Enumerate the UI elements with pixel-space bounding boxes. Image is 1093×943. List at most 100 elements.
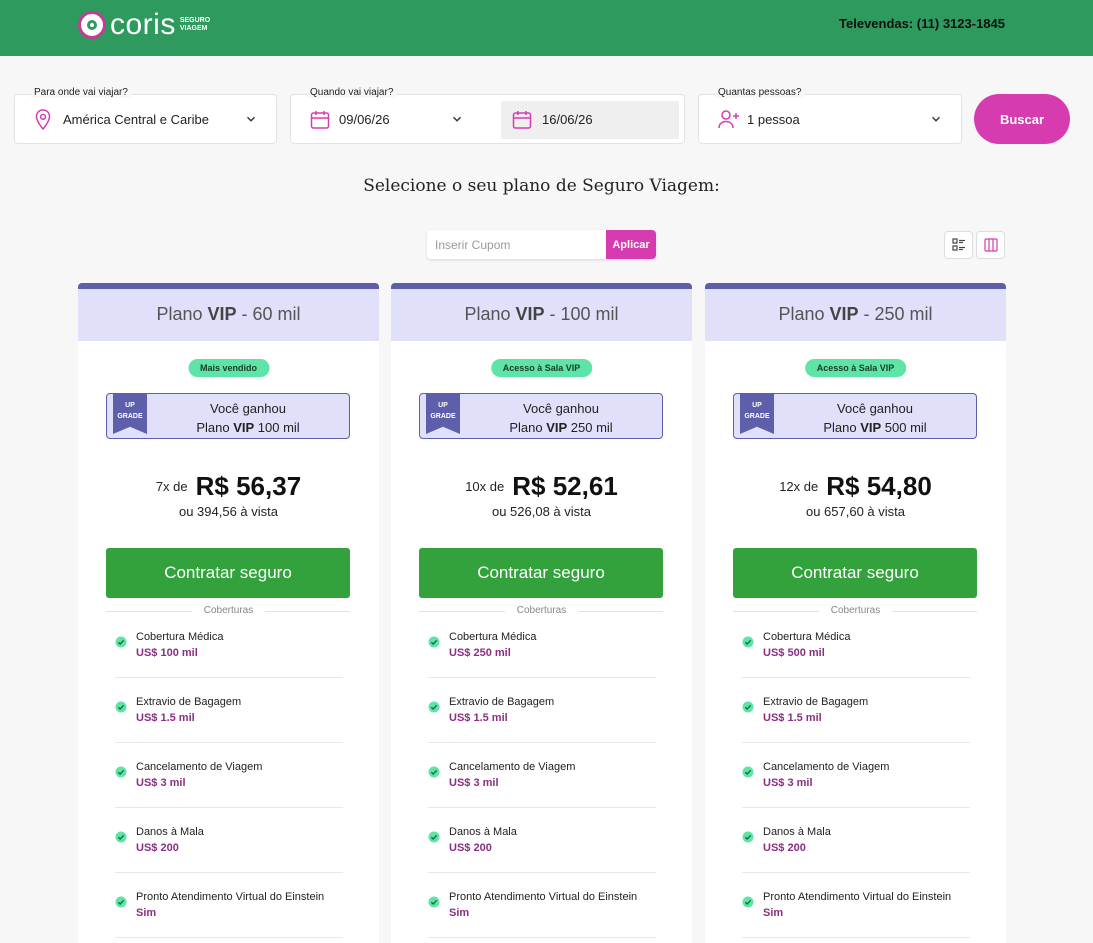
coverage-item: Pronto Atendimento Virtual do Einstein Si…	[742, 881, 970, 943]
contract-insurance-button[interactable]: Contratar seguro	[419, 548, 663, 598]
coverage-name: Danos à Mala	[136, 826, 204, 838]
search-button[interactable]: Buscar	[974, 94, 1070, 144]
check-circle-icon	[742, 635, 754, 653]
check-circle-icon	[115, 635, 127, 653]
people-label: Quantas pessoas?	[715, 87, 805, 98]
calendar-icon	[310, 111, 330, 129]
upgrade-banner: UP GRADE Você ganhou Plano VIP 500 mil	[733, 393, 977, 439]
coverage-name: Cobertura Médica	[136, 631, 224, 643]
coverage-name: Extravio de Bagagem	[449, 696, 555, 708]
coverage-value: US$ 200	[763, 842, 806, 854]
page-title: Selecione o seu plano de Seguro Viagem:	[363, 176, 720, 196]
dates-field: Quando vai viajar? 09/06/26 16/06/26	[290, 87, 685, 144]
price-row: 10x de R$ 52,61	[391, 471, 692, 502]
coverage-divider	[742, 677, 970, 678]
coris-logo[interactable]: coris SEGURO VIAGEM	[78, 10, 210, 40]
people-value: 1 pessoa	[747, 112, 800, 127]
check-circle-icon	[742, 765, 754, 783]
check-circle-icon	[428, 895, 440, 913]
upgrade-text: Você ganhou Plano VIP 250 mil	[509, 401, 613, 435]
logo-sub-line1: SEGURO	[179, 17, 211, 24]
columns-view-button[interactable]	[976, 231, 1005, 259]
coverage-value: Sim	[136, 907, 157, 919]
installment-price: R$ 56,37	[195, 471, 302, 501]
cash-price: ou 394,56 à vista	[178, 504, 279, 519]
coverage-divider	[115, 872, 343, 873]
coverage-value: US$ 500 mil	[763, 647, 825, 659]
coverage-item: Danos à Mala US$ 200	[742, 816, 970, 881]
destination-field[interactable]: Para onde vai viajar? América Central e …	[14, 87, 277, 144]
plan-badge: Mais vendido	[187, 359, 270, 377]
date-end-value: 16/06/26	[542, 112, 593, 127]
list-view-button[interactable]	[944, 231, 973, 259]
coverage-divider	[428, 872, 656, 873]
coverage-divider	[115, 742, 343, 743]
coverage-name: Extravio de Bagagem	[763, 696, 869, 708]
coverage-item: Cobertura Médica US$ 100 mil	[115, 621, 343, 686]
coverage-value: US$ 3 mil	[449, 777, 499, 789]
coverage-item: Pronto Atendimento Virtual do Einstein Si…	[115, 881, 343, 943]
coverage-name: Cobertura Médica	[763, 631, 851, 643]
coverages-title: Coberturas	[191, 605, 266, 616]
coverage-value: US$ 1.5 mil	[763, 712, 822, 724]
location-pin-icon	[35, 109, 51, 131]
plan-title: Plano VIP - 250 mil	[705, 283, 1006, 341]
coverage-divider	[742, 742, 970, 743]
top-header: coris SEGURO VIAGEM Televendas: (11) 312…	[0, 0, 1093, 56]
plan-badge: Acesso à Sala VIP	[490, 359, 593, 377]
installments: 10x de	[465, 479, 505, 494]
coverage-item: Extravio de Bagagem US$ 1.5 mil	[742, 686, 970, 751]
coverage-value: US$ 200	[136, 842, 179, 854]
coverage-item: Cancelamento de Viagem US$ 3 mil	[428, 751, 656, 816]
check-circle-icon	[115, 830, 127, 848]
plan-badge: Acesso à Sala VIP	[804, 359, 907, 377]
coverage-divider	[428, 677, 656, 678]
coverage-item: Cobertura Médica US$ 250 mil	[428, 621, 656, 686]
televendas-phone[interactable]: Televendas: (11) 3123-1845	[839, 16, 1005, 31]
chevron-down-icon	[453, 116, 461, 122]
coverage-divider	[428, 937, 656, 938]
installments: 7x de	[155, 479, 188, 494]
coverage-divider	[428, 742, 656, 743]
calendar-icon	[512, 111, 532, 129]
people-field[interactable]: Quantas pessoas? 1 pessoa	[698, 87, 962, 144]
contract-insurance-button[interactable]: Contratar seguro	[106, 548, 350, 598]
coverages-title: Coberturas	[818, 605, 893, 616]
add-person-icon	[718, 110, 739, 129]
price-row: 12x de R$ 54,80	[705, 471, 1006, 502]
columns-view-icon	[983, 238, 998, 252]
coupon-input[interactable]	[427, 230, 607, 259]
upgrade-text: Você ganhou Plano VIP 500 mil	[823, 401, 927, 435]
plan-card-1: Plano VIP - 60 mil Mais vendido UP GRADE …	[78, 283, 379, 943]
logo-subtitle: SEGURO VIAGEM	[180, 17, 210, 33]
coverage-name: Danos à Mala	[763, 826, 831, 838]
check-circle-icon	[115, 700, 127, 718]
apply-coupon-button[interactable]: Aplicar	[606, 230, 656, 259]
check-circle-icon	[428, 765, 440, 783]
coverage-name: Cobertura Médica	[449, 631, 537, 643]
coverage-item: Extravio de Bagagem US$ 1.5 mil	[428, 686, 656, 751]
coverages-title: Coberturas	[504, 605, 579, 616]
coverage-name: Extravio de Bagagem	[136, 696, 242, 708]
coverage-divider	[428, 807, 656, 808]
upgrade-ribbon: UP GRADE	[740, 394, 774, 434]
date-end-picker[interactable]: 16/06/26	[501, 101, 679, 139]
coverage-value: US$ 3 mil	[763, 777, 813, 789]
check-circle-icon	[428, 830, 440, 848]
coverage-item: Cancelamento de Viagem US$ 3 mil	[115, 751, 343, 816]
coverage-item: Cancelamento de Viagem US$ 3 mil	[742, 751, 970, 816]
contract-insurance-button[interactable]: Contratar seguro	[733, 548, 977, 598]
check-circle-icon	[428, 700, 440, 718]
upgrade-ribbon: UP GRADE	[426, 394, 460, 434]
coverage-divider	[742, 807, 970, 808]
installments: 12x de	[779, 479, 819, 494]
plan-card-2: Plano VIP - 100 mil Acesso à Sala VIP UP…	[391, 283, 692, 943]
plan-title: Plano VIP - 100 mil	[391, 283, 692, 341]
coverage-value: Sim	[449, 907, 470, 919]
coverage-item: Danos à Mala US$ 200	[428, 816, 656, 881]
coverage-item: Cobertura Médica US$ 500 mil	[742, 621, 970, 686]
date-start-picker[interactable]: 09/06/26	[291, 95, 496, 143]
coverage-value: US$ 200	[449, 842, 492, 854]
coverage-name: Cancelamento de Viagem	[449, 761, 576, 773]
chevron-down-icon	[247, 116, 255, 122]
